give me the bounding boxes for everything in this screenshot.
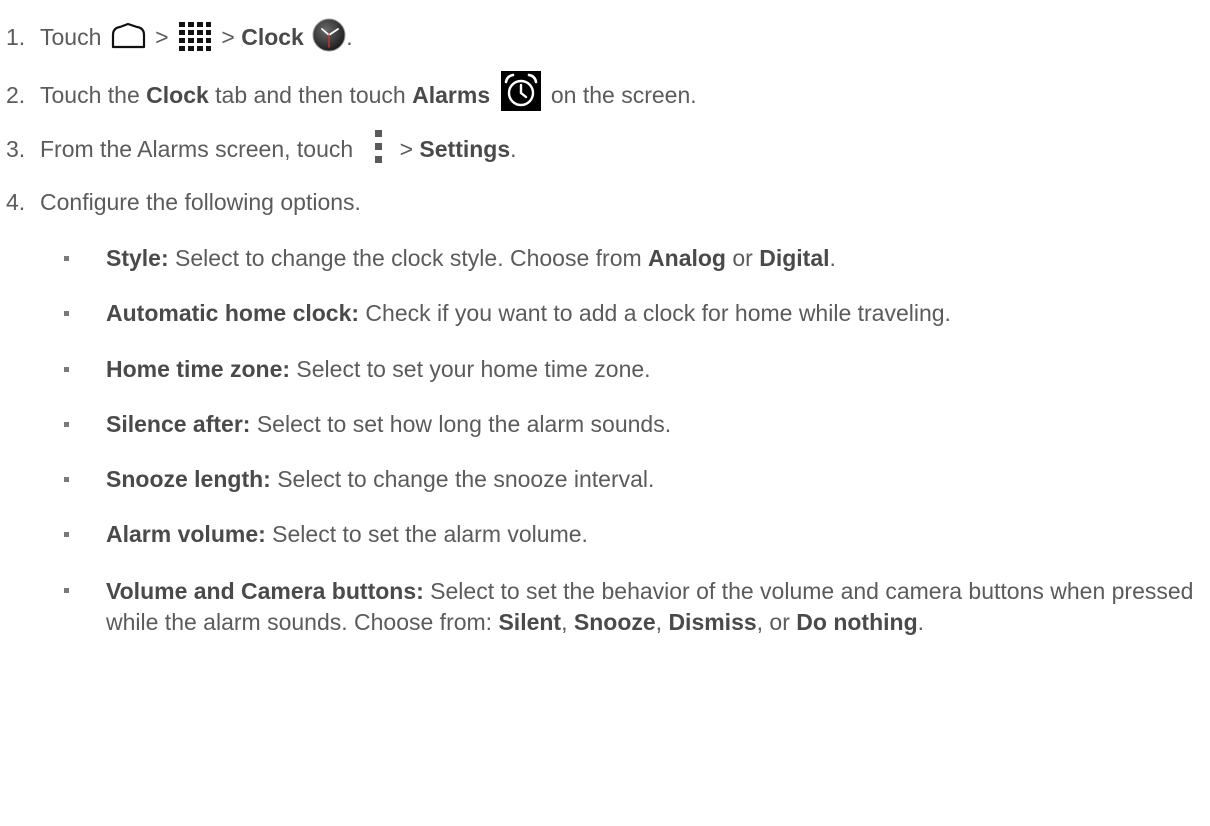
step-text: tab and then touch [215, 82, 406, 109]
step-separator: > [221, 24, 235, 51]
bullet-square-icon [64, 477, 69, 482]
menu-dots-icon [372, 130, 386, 164]
option-text: Snooze length: Select to change the snoo… [106, 465, 1206, 494]
option-description: Select to change the clock style. Choose… [168, 245, 649, 271]
bullet-square-icon [64, 256, 69, 261]
option-choice: Do nothing [796, 609, 918, 635]
option-description: Select to set how long the alarm sounds. [250, 411, 672, 437]
step-number: 2. [6, 82, 26, 109]
option-label: Automatic home clock: [106, 300, 360, 326]
option-text: Style: Select to change the clock style.… [106, 244, 1206, 273]
home-icon [110, 22, 147, 49]
option-text: Home time zone: Select to set your home … [106, 355, 1206, 384]
option-description: or [726, 245, 760, 271]
bullet-square-icon [64, 311, 69, 316]
alarm-icon [500, 71, 541, 111]
option-separator: , or [756, 609, 797, 635]
option-label: Alarm volume: [106, 521, 266, 547]
clock-tab-label: Clock [146, 82, 209, 109]
settings-label: Settings [419, 136, 511, 163]
option-separator: , [655, 609, 669, 635]
option-text: Alarm volume: Select to set the alarm vo… [106, 520, 1206, 549]
option-label: Home time zone: [106, 356, 291, 382]
step-period: . [346, 24, 353, 51]
option-label: Silence after: [106, 411, 251, 437]
step-separator: > [399, 136, 420, 163]
clock-app-label: Clock [241, 24, 304, 51]
bullet-square-icon [64, 422, 69, 427]
option-text: Silence after: Select to set how long th… [106, 410, 1206, 439]
option-description: Select to change the snooze interval. [270, 466, 655, 492]
option-text: Automatic home clock: Check if you want … [106, 299, 1206, 328]
step-text: From the Alarms screen, touch [40, 136, 354, 163]
option-label: Style: [106, 245, 169, 271]
step-3: 3. From the Alarms screen, touch > Settin… [6, 130, 517, 168]
step-number: 4. [6, 189, 26, 215]
step-separator: > [155, 24, 169, 51]
option-label: Snooze length: [106, 466, 271, 492]
option-choice: Snooze [573, 609, 656, 635]
step-text: Touch [40, 24, 102, 51]
clock-app-icon [312, 18, 346, 52]
option-label: Volume and Camera buttons: [106, 578, 424, 604]
step-text: Touch the [40, 82, 140, 109]
apps-grid-icon [178, 21, 212, 51]
alarms-label: Alarms [412, 82, 491, 109]
option-period: . [917, 609, 925, 635]
bullet-square-icon [64, 367, 69, 372]
step-text: Configure the following options. [40, 189, 361, 215]
instructions-document: 1. Touch > > Clock . 2. Touch the Clock … [0, 0, 1210, 826]
option-period: . [829, 245, 836, 271]
step-period: . [510, 136, 517, 163]
option-choice: Analog [648, 245, 726, 271]
bullet-square-icon [64, 532, 69, 537]
step-number: 3. [6, 136, 26, 163]
step-text: on the screen. [550, 82, 697, 109]
step-4: 4. Configure the following options. [6, 188, 361, 217]
option-description: Select to set your home time zone. [290, 356, 651, 382]
option-text: Volume and Camera buttons: Select to set… [106, 576, 1196, 638]
bullet-square-icon [64, 588, 69, 593]
step-2: 2. Touch the Clock tab and then touch Ala… [6, 71, 697, 117]
option-description: Check if you want to add a clock for hom… [359, 300, 951, 326]
option-separator: , [561, 609, 574, 635]
option-description: Select to set the alarm volume. [265, 521, 588, 547]
option-choice: Digital [759, 245, 830, 271]
step-number: 1. [6, 24, 26, 51]
option-choice: Dismiss [668, 609, 757, 635]
step-1: 1. Touch > > Clock . [6, 18, 353, 56]
option-choice: Silent [498, 609, 562, 635]
